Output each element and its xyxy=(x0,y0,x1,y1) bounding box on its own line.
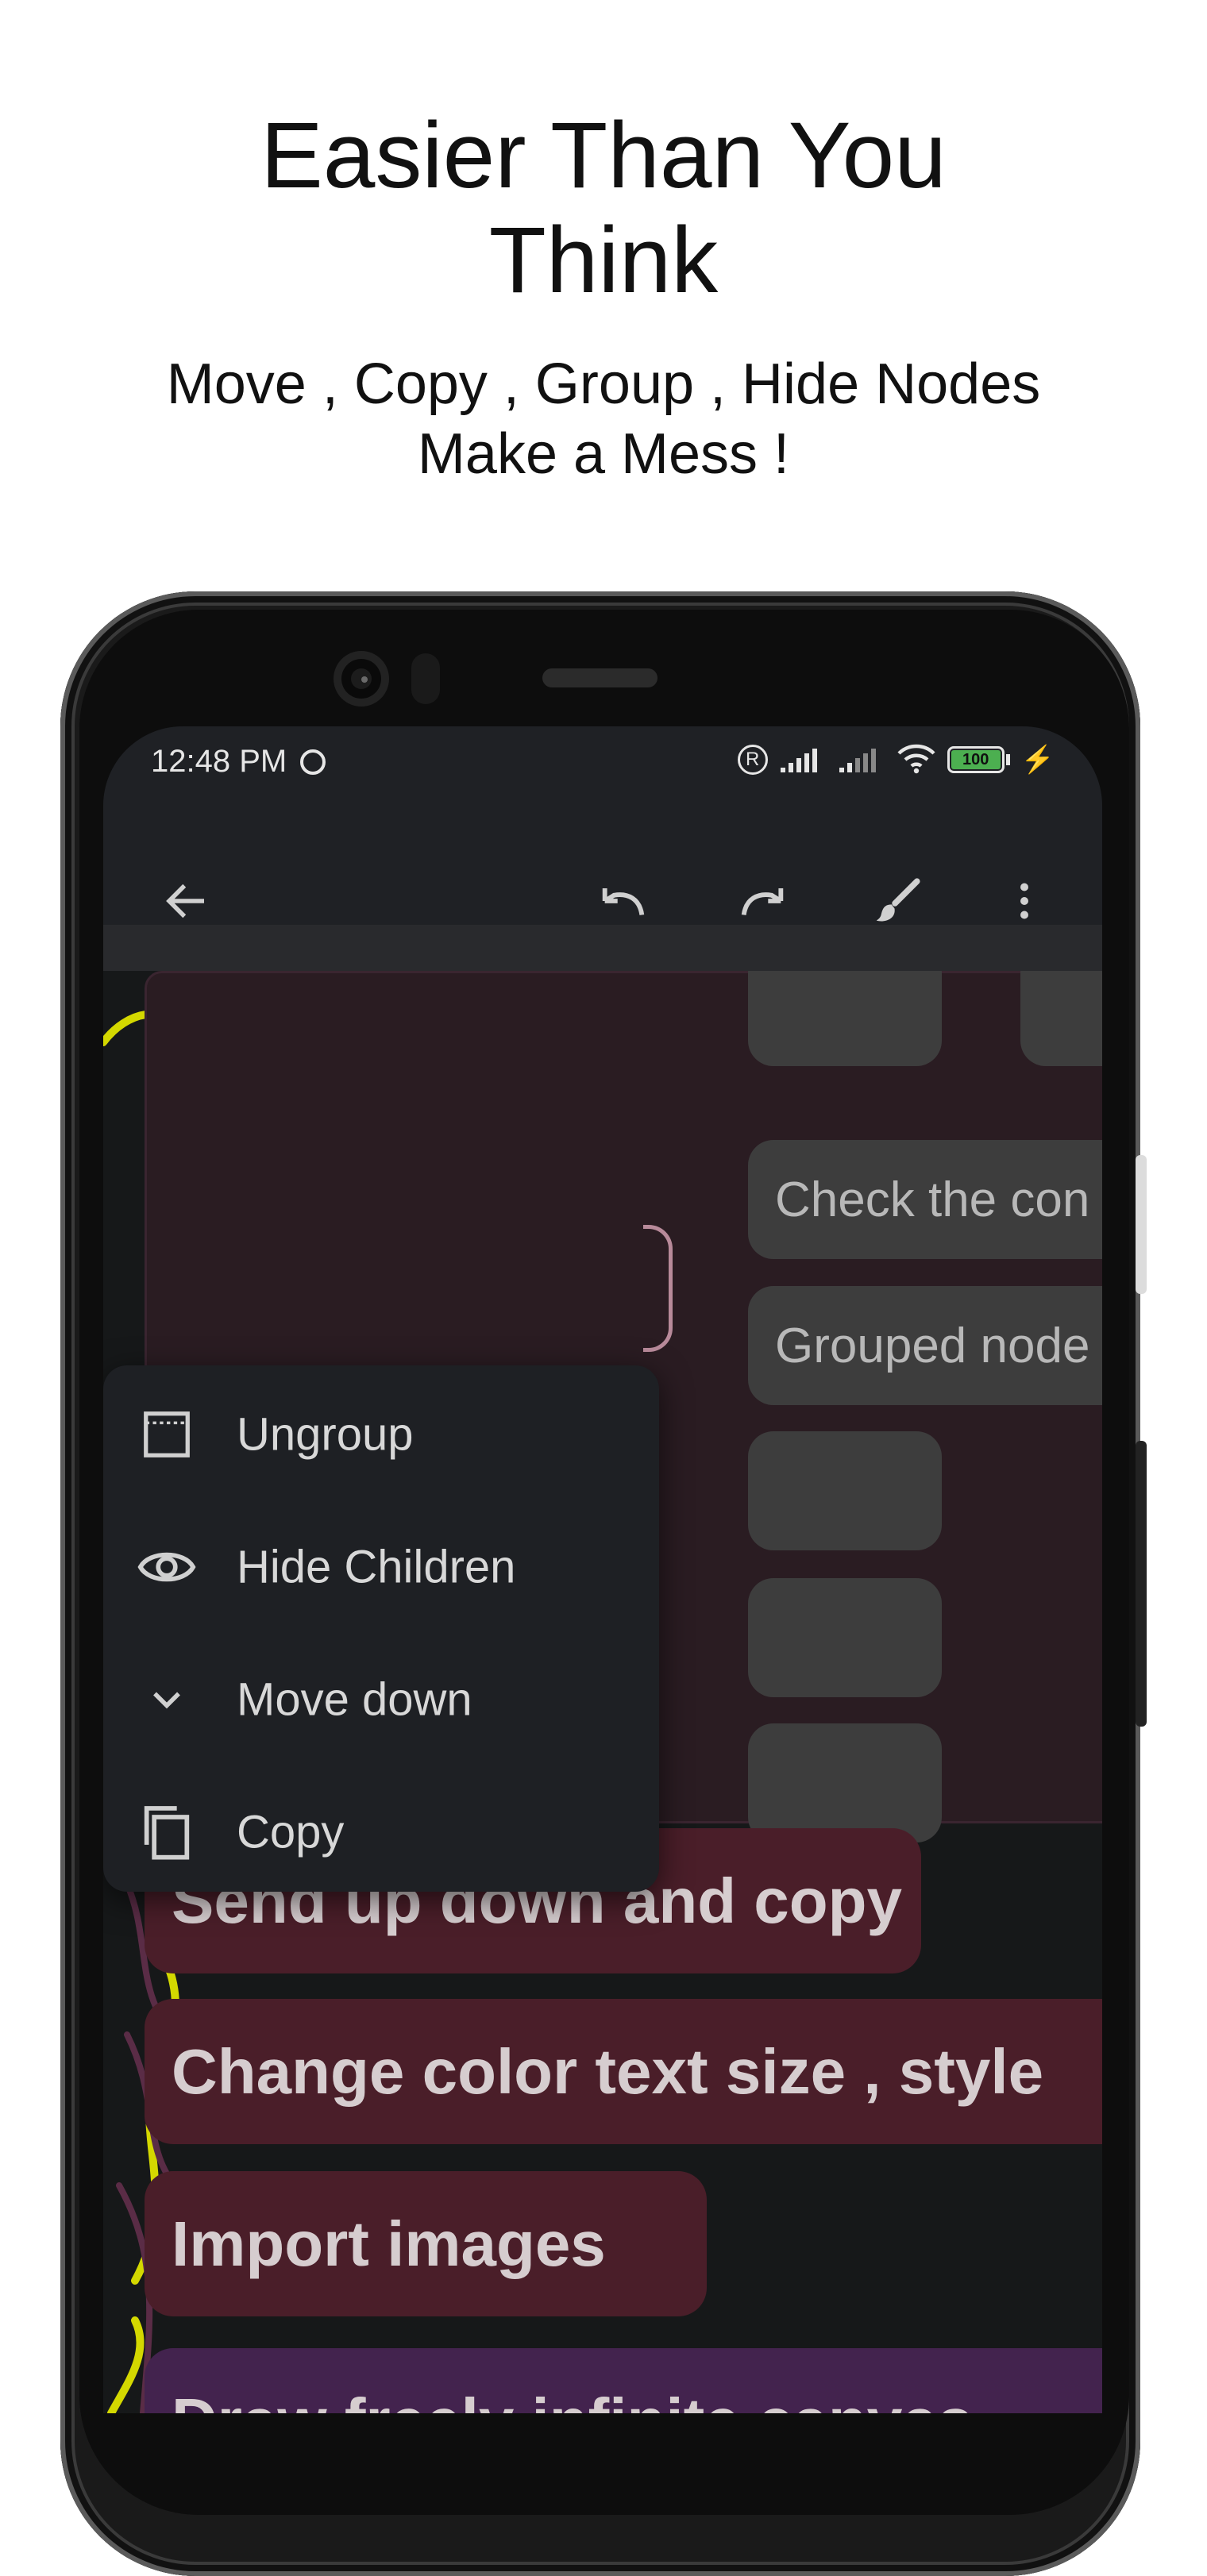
selected-node-outline[interactable] xyxy=(643,1225,673,1352)
signal-icon xyxy=(780,749,817,772)
arrow-back-icon xyxy=(166,884,204,918)
redo-icon xyxy=(741,888,784,916)
menu-item-label: Move down xyxy=(237,1673,472,1726)
copy-icon xyxy=(137,1802,197,1862)
menu-item-hide-children[interactable]: Hide Children xyxy=(103,1504,659,1631)
signal-icon-secondary xyxy=(839,749,876,772)
undo-icon xyxy=(602,888,645,916)
earpiece-speaker xyxy=(542,668,657,687)
group-child-node[interactable] xyxy=(748,1578,942,1697)
battery-level: 100 xyxy=(951,750,1001,769)
proximity-sensor xyxy=(411,653,440,704)
status-icons: R 100 ⚡ xyxy=(737,744,1055,776)
eye-icon xyxy=(137,1537,197,1597)
status-time: 12:48 PM xyxy=(151,744,326,780)
group-child-node[interactable] xyxy=(748,1431,942,1550)
wifi-icon xyxy=(897,744,935,774)
menu-item-label: Hide Children xyxy=(237,1541,516,1593)
phone-side-button-upper xyxy=(1136,1155,1147,1294)
camera-lens-dot xyxy=(361,676,368,683)
promo-subtitle-line2: Make a Mess ! xyxy=(417,422,790,486)
promo-title-line2: Think xyxy=(488,208,719,313)
status-time-text: 12:48 PM xyxy=(151,744,287,779)
group-child-node[interactable]: Check the con xyxy=(748,1140,1102,1259)
data-saver-icon xyxy=(300,749,326,775)
menu-item-move-down[interactable]: Move down xyxy=(103,1636,659,1763)
status-bar: 12:48 PM R 100 ⚡ xyxy=(103,726,1102,814)
promo-subtitle: Move , Copy , Group , Hide Nodes Make a … xyxy=(0,349,1207,489)
mindmap-node[interactable]: Draw freely infinite canvas xyxy=(145,2348,1102,2413)
group-child-node[interactable]: Grouped node xyxy=(748,1286,1102,1405)
promo-subtitle-line1: Move , Copy , Group , Hide Nodes xyxy=(166,352,1041,416)
toolbar-overlay-shade xyxy=(103,925,1102,971)
registered-icon: R xyxy=(737,745,768,775)
promo-title-line1: Easier Than You xyxy=(260,103,947,208)
ungroup-icon xyxy=(137,1404,197,1465)
menu-item-copy[interactable]: Copy xyxy=(103,1769,659,1896)
phone-side-button-lower xyxy=(1136,1441,1147,1727)
mindmap-canvas[interactable]: Check the con Grouped node Send up down … xyxy=(103,947,1102,2413)
chevron-down-icon xyxy=(137,1669,197,1730)
group-child-node[interactable] xyxy=(748,1723,942,1842)
menu-item-label: Ungroup xyxy=(237,1408,414,1461)
context-menu: Ungroup Hide Children Move down Copy xyxy=(103,1365,659,1892)
phone-screen: Check the con Grouped node Send up down … xyxy=(103,726,1102,2413)
menu-item-ungroup[interactable]: Ungroup xyxy=(103,1371,659,1498)
mindmap-node[interactable]: Change color text size , style xyxy=(145,1999,1102,2144)
more-vert-icon xyxy=(1020,883,1028,919)
brush-icon xyxy=(876,878,920,922)
battery-icon: 100 xyxy=(947,746,1010,773)
promo-title: Easier Than You Think xyxy=(0,103,1207,313)
menu-item-label: Copy xyxy=(237,1806,345,1858)
charging-icon: ⚡ xyxy=(1020,745,1055,775)
mindmap-node[interactable]: Import images xyxy=(145,2171,707,2316)
